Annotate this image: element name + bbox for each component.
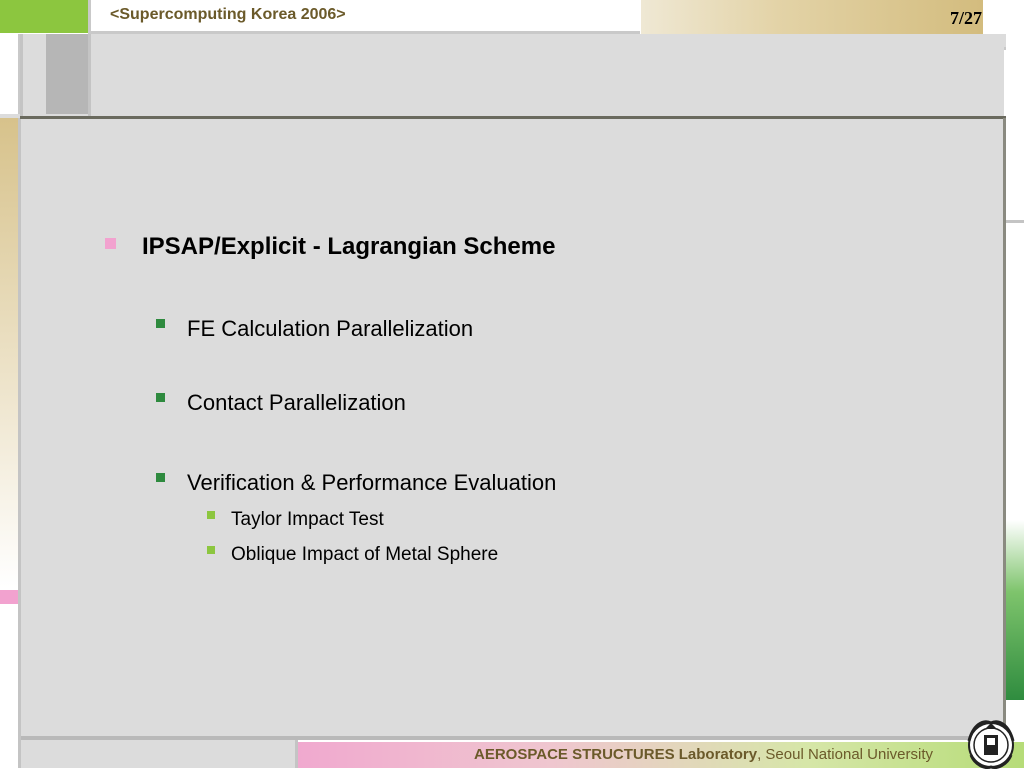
- left-pink-marker: [0, 590, 18, 604]
- bullet-level3-text: Taylor Impact Test: [231, 509, 384, 530]
- right-divider-line: [1006, 220, 1024, 223]
- header-accent-block: [0, 0, 88, 33]
- bullet-level2-text: Verification & Performance Evaluation: [187, 470, 557, 495]
- right-green-strip: [1006, 520, 1024, 700]
- bullet-marker-4: [156, 473, 165, 482]
- presentation-title: <Supercomputing Korea 2006>: [110, 6, 346, 23]
- bullet-marker-6: [207, 546, 215, 554]
- top-band: [0, 34, 1004, 118]
- footer-university: , Seoul National University: [757, 746, 934, 763]
- bullet-marker-2: [156, 319, 165, 328]
- bullet-marker-1: [105, 238, 116, 249]
- bullet-level2-text: Contact Parallelization: [187, 390, 406, 415]
- footer-lab-name: AEROSPACE STRUCTURES Laboratory: [474, 746, 758, 763]
- bullet-marker-5: [207, 511, 215, 519]
- bullet-level2-text: FE Calculation Parallelization: [187, 316, 474, 341]
- header-corner: [983, 0, 1024, 34]
- slide-number: 7/27: [950, 8, 983, 28]
- bullet-level1-text: IPSAP/Explicit - Lagrangian Scheme: [142, 233, 556, 260]
- top-band-divider-2: [88, 34, 91, 118]
- header-gold-band: [641, 0, 983, 34]
- content-top-border: [20, 116, 1006, 119]
- top-band-white: [0, 34, 21, 114]
- top-band-grey-block: [46, 34, 88, 114]
- footer-affiliation: AEROSPACE STRUCTURES Laboratory, Seoul N…: [474, 746, 933, 763]
- bullet-level3-text: Oblique Impact of Metal Sphere: [231, 544, 499, 565]
- top-band-divider: [20, 34, 23, 118]
- slide-content-area: [21, 119, 1003, 736]
- university-seal-icon: [967, 720, 1015, 769]
- footer-grey-block: [21, 740, 295, 768]
- bullet-marker-3: [156, 393, 165, 402]
- content-right-border: [1003, 118, 1006, 738]
- left-gold-strip: [0, 118, 18, 588]
